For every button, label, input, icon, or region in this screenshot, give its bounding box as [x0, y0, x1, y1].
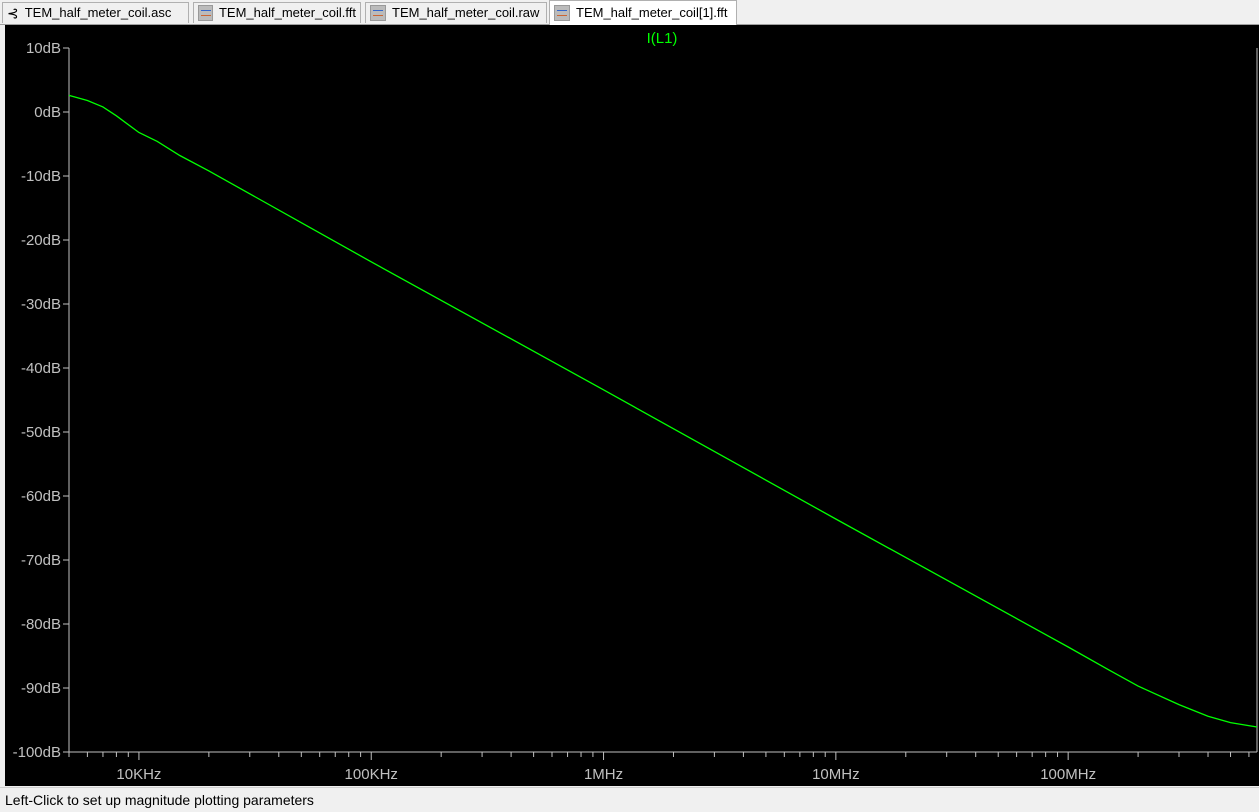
y-tick-label: -20dB	[21, 232, 61, 249]
tab-asc[interactable]: ⊰ TEM_half_meter_coil.asc	[2, 2, 189, 23]
trace-label: I(L1)	[647, 30, 678, 47]
tab-label: TEM_half_meter_coil.fft	[218, 5, 356, 20]
tab-label: TEM_half_meter_coil.asc	[24, 5, 172, 20]
x-tick-label: 1MHz	[584, 766, 623, 783]
tab-raw[interactable]: TEM_half_meter_coil.raw	[365, 2, 547, 23]
waveform-icon	[198, 5, 213, 21]
y-tick-label: -50dB	[21, 424, 61, 441]
schematic-icon: ⊰	[7, 5, 19, 21]
document-tabs: ⊰ TEM_half_meter_coil.asc TEM_half_meter…	[0, 0, 1259, 25]
x-tick-label: 100KHz	[345, 766, 398, 783]
magnitude-plot[interactable]: 10dB 0dB -10dB -20dB -30dB -40dB -50dB -60dB -70…	[5, 25, 1259, 786]
y-tick-label: -90dB	[21, 680, 61, 697]
status-text: Left-Click to set up magnitude plotting …	[5, 792, 314, 808]
waveform-icon	[370, 5, 386, 21]
y-tick-label: -30dB	[21, 296, 61, 313]
tab-fft-1[interactable]: TEM_half_meter_coil[1].fft	[549, 0, 737, 25]
y-tick-label: -10dB	[21, 168, 61, 185]
y-tick-label: -40dB	[21, 360, 61, 377]
plot-pane[interactable]: 10dB 0dB -10dB -20dB -30dB -40dB -50dB -60dB -70…	[5, 25, 1259, 786]
trace-i-l1	[68, 94, 1258, 728]
tab-label: TEM_half_meter_coil.raw	[392, 5, 540, 20]
x-tick-label: 100MHz	[1040, 766, 1096, 783]
y-tick-label: -100dB	[13, 744, 61, 761]
y-tick-label: 10dB	[26, 40, 61, 57]
y-tick-label: -70dB	[21, 552, 61, 569]
y-tick-label: -60dB	[21, 488, 61, 505]
y-tick-label: -80dB	[21, 616, 61, 633]
x-tick-label: 10KHz	[116, 766, 161, 783]
tab-label: TEM_half_meter_coil[1].fft	[576, 5, 728, 20]
waveform-icon	[554, 5, 570, 21]
x-tick-label: 10MHz	[812, 766, 860, 783]
tab-fft[interactable]: TEM_half_meter_coil.fft	[193, 2, 361, 23]
status-bar: Left-Click to set up magnitude plotting …	[0, 787, 1259, 811]
y-tick-label: 0dB	[34, 104, 61, 121]
